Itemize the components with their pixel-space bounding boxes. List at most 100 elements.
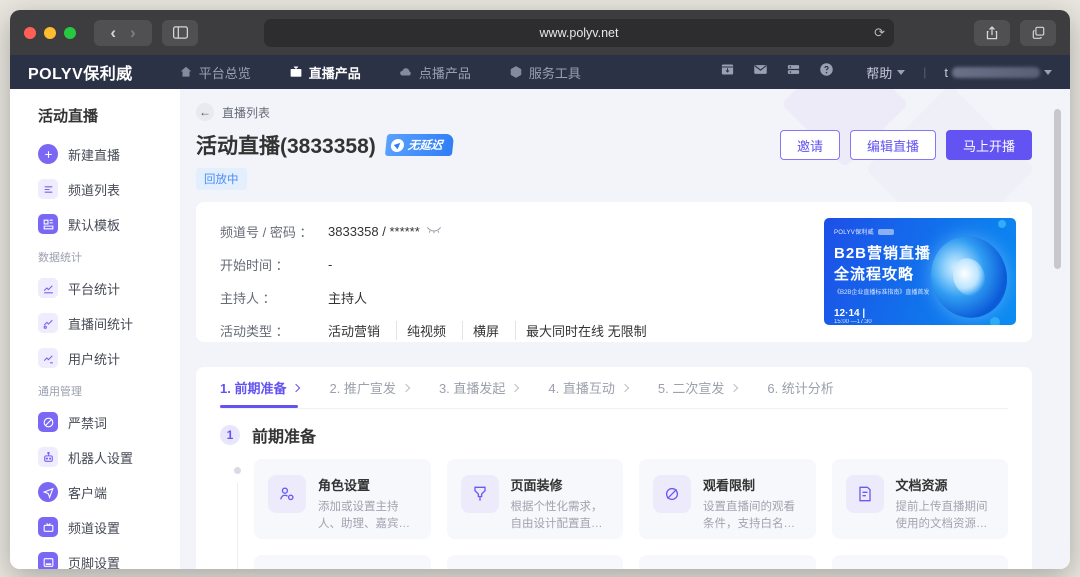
cube-icon	[509, 65, 523, 79]
sidebar-item-room-stats[interactable]: 直播间统计	[38, 313, 180, 333]
robot-icon	[38, 447, 58, 467]
start-time-value: -	[328, 257, 332, 272]
chart-icon	[38, 348, 58, 368]
decoration	[998, 220, 1006, 228]
chart-icon	[38, 278, 58, 298]
card-chatroom-settings[interactable]: 聊天室设置	[447, 555, 624, 569]
sidebar-item-footer-settings[interactable]: 页脚设置	[38, 552, 180, 569]
sidebar-group-data-stats: 数据统计	[38, 249, 180, 265]
nav-platform-overview[interactable]: 平台总览	[179, 63, 251, 82]
mail-icon[interactable]	[753, 62, 768, 82]
help-circle-icon[interactable]	[819, 62, 834, 82]
card-view-restriction[interactable]: 观看限制 设置直播间的观看条件，支持白名单、报名观看、验...	[639, 459, 816, 539]
product-navbar: POLYV保利威 平台总览 直播产品 点播产品 服务工具	[10, 55, 1070, 89]
share-button[interactable]	[974, 20, 1010, 46]
address-bar[interactable]: www.polyv.net ⟳	[264, 19, 894, 47]
role-icon	[268, 475, 306, 513]
start-live-button[interactable]: 马上开播	[946, 130, 1032, 160]
channel-id-label: 频道号 / 密码 ：	[220, 222, 328, 241]
sidebar-item-platform-stats[interactable]: 平台统计	[38, 278, 180, 298]
chevron-right-icon	[621, 383, 629, 391]
host-value: 主持人	[328, 288, 367, 307]
card-page-embed[interactable]: 页面嵌入	[832, 555, 1009, 569]
account-name-redacted	[952, 67, 1040, 78]
sidebar-item-user-stats[interactable]: 用户统计	[38, 348, 180, 368]
history-nav-buttons[interactable]: ‹ ›	[94, 20, 152, 46]
close-window-button[interactable]	[24, 27, 36, 39]
share-icon	[986, 26, 998, 40]
minimize-window-button[interactable]	[44, 27, 56, 39]
sidebar-item-new-live[interactable]: 新建直播	[38, 144, 180, 164]
tab-re-promotion[interactable]: 5. 二次宣发	[658, 367, 737, 408]
sidebar-item-channel-settings[interactable]: 频道设置	[38, 517, 180, 537]
sidebar-item-robot-settings[interactable]: 机器人设置	[38, 447, 180, 467]
sidebar-item-default-template[interactable]: 默认模板	[38, 214, 180, 234]
ban-icon	[38, 412, 58, 432]
home-icon	[179, 65, 193, 79]
timeline	[220, 459, 254, 569]
decorate-icon	[461, 475, 499, 513]
forward-icon[interactable]: ›	[130, 24, 136, 41]
divider: |	[923, 65, 926, 79]
sidebar: 活动直播 新建直播 频道列表 默认模板 数据统计 平台统计 直播间统计	[10, 89, 180, 569]
sidebar-toggle-button[interactable]	[162, 20, 198, 46]
url-text: www.polyv.net	[540, 26, 619, 40]
workflow-card: 1. 前期准备 2. 推广宣发 3. 直播发起 4. 直播互动 5. 二次宣发 …	[196, 367, 1032, 569]
card-document-resources[interactable]: 文档资源 提前上传直播期间使用的文档资源，减少直播中的失...	[832, 459, 1009, 539]
cloud-icon	[399, 65, 413, 79]
host-label: 主持人 ：	[220, 288, 328, 307]
nav-live-products[interactable]: 直播产品	[289, 63, 361, 82]
invite-button[interactable]: 邀请	[780, 130, 840, 160]
back-icon[interactable]: ‹	[110, 24, 116, 41]
tabs-overview-button[interactable]	[1020, 20, 1056, 46]
main-content: ← 直播列表 活动直播(3833358) 无延迟 邀请 编辑直播 马上开播 回放…	[180, 89, 1070, 569]
card-anti-recording[interactable]: 防录屏	[254, 555, 431, 569]
zoom-window-button[interactable]	[64, 27, 76, 39]
tab-analytics[interactable]: 6. 统计分析	[767, 367, 833, 408]
breadcrumb[interactable]: ← 直播列表	[196, 103, 1032, 121]
polyv-logo[interactable]: POLYV保利威	[28, 60, 133, 84]
promo-banner[interactable]: POLYV保利威 B2B营销直播 全流程攻略 《B2B企业直播标准指南》直播首发…	[824, 218, 1016, 325]
timeline-dot	[234, 467, 241, 474]
page-title: 活动直播(3833358)	[196, 130, 376, 160]
archive-icon[interactable]	[720, 62, 735, 82]
back-arrow-icon[interactable]: ←	[196, 103, 214, 121]
browser-window: ‹ › www.polyv.net ⟳ POLYV保利威 平台总览	[10, 10, 1070, 569]
tab-promotion[interactable]: 2. 推广宣发	[329, 367, 408, 408]
nav-vod-products[interactable]: 点播产品	[399, 63, 471, 82]
edit-live-button[interactable]: 编辑直播	[850, 130, 936, 160]
chevron-right-icon	[292, 383, 300, 391]
status-badge: 回放中	[196, 168, 247, 190]
paper-plane-icon	[38, 482, 58, 502]
account-menu[interactable]: t	[944, 65, 1052, 80]
tab-preparation[interactable]: 1. 前期准备	[220, 367, 299, 408]
chevron-right-icon	[511, 383, 519, 391]
scrollbar-thumb[interactable]	[1054, 109, 1061, 269]
no-delay-badge: 无延迟	[385, 134, 454, 156]
banner-time: 15:00 —17:30	[834, 319, 1006, 325]
sidebar-item-client[interactable]: 客户端	[38, 482, 180, 502]
card-watch-page-settings[interactable]: 观看页设置	[639, 555, 816, 569]
tab-launch[interactable]: 3. 直播发起	[439, 367, 518, 408]
live-tv-icon	[289, 65, 303, 79]
reload-icon[interactable]: ⟳	[874, 25, 885, 41]
sidebar-item-banned-words[interactable]: 严禁词	[38, 412, 180, 432]
help-menu[interactable]: 帮助	[866, 63, 905, 82]
nav-service-tools[interactable]: 服务工具	[509, 63, 581, 82]
workflow-tabs: 1. 前期准备 2. 推广宣发 3. 直播发起 4. 直播互动 5. 二次宣发 …	[220, 367, 1008, 409]
eye-closed-icon[interactable]	[426, 224, 442, 239]
chart-icon	[38, 313, 58, 333]
chevron-right-icon	[730, 383, 738, 391]
console-icon[interactable]	[786, 62, 801, 82]
tabs-icon	[1032, 26, 1045, 39]
tab-interaction[interactable]: 4. 直播互动	[548, 367, 627, 408]
card-role-settings[interactable]: 角色设置 添加或设置主持人、助理、嘉宾的信息。以及新增助...	[254, 459, 431, 539]
card-page-decoration[interactable]: 页面装修 根据个性化需求，自由设计配置直播间元素。支持自...	[447, 459, 624, 539]
chevron-right-icon	[402, 383, 410, 391]
traffic-lights[interactable]	[24, 27, 76, 39]
document-icon	[846, 475, 884, 513]
sidebar-item-channel-list[interactable]: 频道列表	[38, 179, 180, 199]
banner-partner-logo	[878, 229, 894, 235]
section-number: 1	[220, 425, 240, 445]
banner-ring-graphic	[928, 236, 1010, 318]
